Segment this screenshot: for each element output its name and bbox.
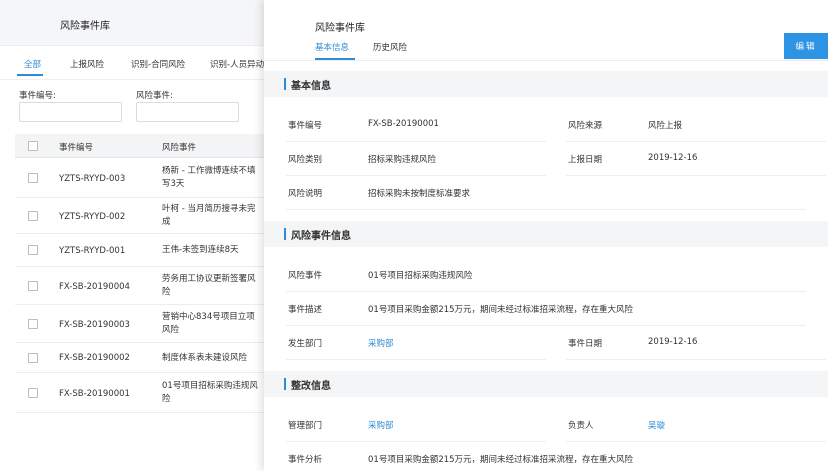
field-occur-dept: 发生部门 采购部 <box>286 325 546 360</box>
column-header-event: 风险事件 <box>162 143 197 153</box>
tab-reported-risk[interactable]: 上报风险 <box>70 58 104 70</box>
tab-contract-risk[interactable]: 识别-合同风险 <box>131 58 185 70</box>
field-label: 上报日期 <box>568 155 603 165</box>
section-basic-info: 基本信息 <box>264 71 828 97</box>
row-checkbox[interactable] <box>28 388 38 398</box>
section-fix-info: 整改信息 <box>264 371 828 397</box>
manage-dept-link[interactable]: 采购部 <box>368 419 394 431</box>
row-checkbox[interactable] <box>28 211 38 221</box>
event-filter-input[interactable] <box>136 102 239 122</box>
list-page-title: 风险事件库 <box>60 21 110 32</box>
section-title: 风险事件信息 <box>291 231 351 242</box>
field-label: 事件分析 <box>288 455 323 465</box>
code-filter-input[interactable] <box>19 102 122 122</box>
field-label: 发生部门 <box>288 339 323 349</box>
field-owner: 负责人 吴璇 <box>566 407 826 442</box>
field-value: 01号项目采购金额215万元，期间未经过标准招采流程，存在重大风险 <box>368 305 634 315</box>
tab-all[interactable]: 全部 <box>24 58 41 70</box>
risk-event-list-page: 风险事件库 全部 上报风险 识别-合同风险 识别-人员异动 事件编号: 风险事件… <box>0 0 272 471</box>
tab-personnel-change[interactable]: 识别-人员异动 <box>210 58 264 70</box>
field-value: 2019-12-16 <box>648 153 698 163</box>
table-row[interactable]: FX-SB-20190003 营销中心834号项目立项风险 <box>15 305 272 343</box>
field-event-code: 事件编号 FX-SB-20190001 <box>286 107 546 142</box>
field-value: 01号项目采购金额215万元，期间未经过标准招采流程，存在重大风险 <box>368 455 634 465</box>
field-event-analysis: 事件分析 01号项目采购金额215万元，期间未经过标准招采流程，存在重大风险 <box>286 441 806 471</box>
field-event-detail: 事件描述 01号项目采购金额215万元，期间未经过标准招采流程，存在重大风险 <box>286 291 806 326</box>
table-row[interactable]: YZTS-RYYD-001 王伟-未签到连续8天 <box>15 234 272 267</box>
dept-link[interactable]: 采购部 <box>368 337 394 349</box>
list-header: 风险事件库 <box>0 0 272 46</box>
row-checkbox[interactable] <box>28 173 38 183</box>
section-marker <box>284 78 286 90</box>
select-all-checkbox[interactable] <box>28 141 38 151</box>
section-event-info: 风险事件信息 <box>264 221 828 247</box>
edit-button[interactable]: 编辑 <box>784 33 828 59</box>
row-code: FX-SB-20190001 <box>59 389 130 399</box>
field-label: 事件日期 <box>568 339 603 349</box>
row-event: 制度体系表未建设风险 <box>162 353 248 363</box>
active-tab-indicator <box>17 74 43 76</box>
row-code: YZTS-RYYD-002 <box>59 212 126 222</box>
field-value: 01号项目招标采购违规风险 <box>368 271 473 281</box>
risk-event-table: 事件编号 风险事件 YZTS-RYYD-003 杨新 - 工作微博连续不填写3天… <box>15 134 272 413</box>
row-code: FX-SB-20190002 <box>59 353 130 363</box>
section-marker <box>284 378 286 390</box>
field-value: FX-SB-20190001 <box>368 119 439 129</box>
field-label: 事件编号 <box>288 121 323 131</box>
table-row[interactable]: FX-SB-20190002 制度体系表未建设风险 <box>15 343 272 373</box>
row-event: 王伟-未签到连续8天 <box>162 245 239 255</box>
field-label: 事件描述 <box>288 305 323 315</box>
row-event: 杨新 - 工作微博连续不填写3天 <box>162 166 256 189</box>
field-risk-event: 风险事件 01号项目招标采购违规风险 <box>286 257 806 292</box>
field-label: 风险事件 <box>288 271 323 281</box>
table-row[interactable]: YZTS-RYYD-003 杨新 - 工作微博连续不填写3天 <box>15 158 272 198</box>
field-manage-dept: 管理部门 采购部 <box>286 407 546 442</box>
section-title: 整改信息 <box>291 381 331 392</box>
field-value: 2019-12-16 <box>648 337 698 347</box>
row-checkbox[interactable] <box>28 319 38 329</box>
row-code: YZTS-RYYD-001 <box>59 246 126 256</box>
field-value: 招标采购违规风险 <box>368 155 437 165</box>
column-header-code: 事件编号 <box>59 143 94 153</box>
owner-link[interactable]: 吴璇 <box>648 419 665 431</box>
risk-event-detail-drawer: 风险事件库 基本信息 历史风险 编辑 基本信息 事件编号 FX-SB-20190… <box>264 0 828 471</box>
row-checkbox[interactable] <box>28 245 38 255</box>
section-marker <box>284 228 286 240</box>
table-row[interactable]: YZTS-RYYD-002 叶柯 - 当月简历搜寻未完成 <box>15 198 272 234</box>
table-row[interactable]: FX-SB-20190001 01号项目招标采购违规风险 <box>15 373 272 413</box>
table-row[interactable]: FX-SB-20190004 劳务用工协议更新签署风险 <box>15 267 272 305</box>
field-label: 风险类别 <box>288 155 323 165</box>
field-risk-description: 风险说明 招标采购未按制度标准要求 <box>286 175 806 210</box>
row-event: 叶柯 - 当月简历搜寻未完成 <box>162 204 256 227</box>
tab-basic-info[interactable]: 基本信息 <box>315 41 349 53</box>
list-tab-bar: 全部 上报风险 识别-合同风险 识别-人员异动 <box>0 46 272 80</box>
row-checkbox[interactable] <box>28 353 38 363</box>
section-title: 基本信息 <box>291 81 331 92</box>
field-report-date: 上报日期 2019-12-16 <box>566 141 826 176</box>
table-header: 事件编号 风险事件 <box>15 134 272 158</box>
field-label: 负责人 <box>568 421 594 431</box>
code-filter-label: 事件编号: <box>19 91 56 101</box>
row-event: 劳务用工协议更新签署风险 <box>162 274 256 297</box>
drawer-divider <box>264 60 828 61</box>
drawer-title: 风险事件库 <box>315 23 365 34</box>
field-value: 风险上报 <box>648 121 683 131</box>
field-label: 风险来源 <box>568 121 603 131</box>
event-filter-label: 风险事件: <box>136 91 173 101</box>
field-value: 招标采购未按制度标准要求 <box>368 189 471 199</box>
row-event: 营销中心834号项目立项风险 <box>162 312 255 335</box>
row-code: FX-SB-20190004 <box>59 282 130 292</box>
row-event: 01号项目招标采购违规风险 <box>162 381 258 404</box>
field-event-date: 事件日期 2019-12-16 <box>566 325 826 360</box>
field-risk-type: 风险类别 招标采购违规风险 <box>286 141 546 176</box>
field-risk-source: 风险来源 风险上报 <box>566 107 826 142</box>
tab-history-risk[interactable]: 历史风险 <box>373 41 407 53</box>
row-code: FX-SB-20190003 <box>59 320 130 330</box>
field-label: 风险说明 <box>288 189 323 199</box>
row-code: YZTS-RYYD-003 <box>59 174 126 184</box>
field-label: 管理部门 <box>288 421 323 431</box>
row-checkbox[interactable] <box>28 281 38 291</box>
